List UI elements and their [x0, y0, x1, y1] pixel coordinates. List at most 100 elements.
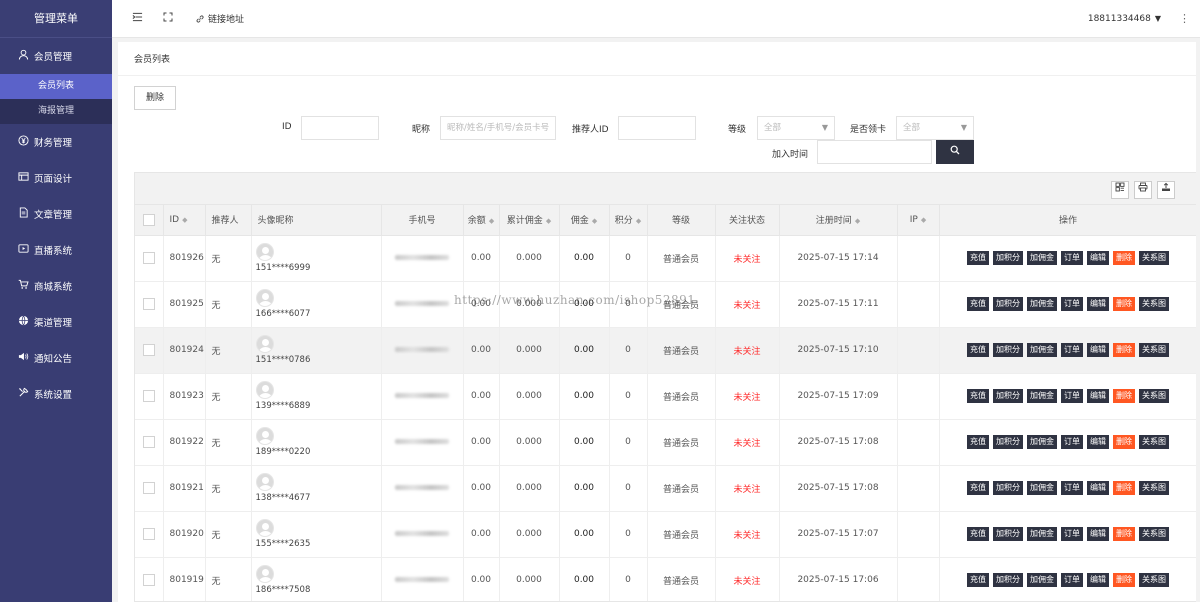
filter-level-select[interactable]: 全部 ▼	[757, 116, 835, 140]
print-icon[interactable]	[1134, 181, 1152, 199]
delete-button[interactable]: 删除	[1113, 343, 1135, 357]
sort-icon[interactable]: ◆	[636, 217, 641, 225]
add-points-button[interactable]: 加积分	[993, 343, 1023, 357]
table-row[interactable]: 801920 无 155****2635 0.00 0.000 0.00 0 普…	[135, 511, 1196, 558]
recharge-button[interactable]: 充值	[967, 251, 989, 265]
recharge-button[interactable]: 充值	[967, 389, 989, 403]
row-checkbox[interactable]	[142, 436, 155, 448]
table-row[interactable]: 801921 无 138****4677 0.00 0.000 0.00 0 普…	[135, 465, 1196, 512]
table-row[interactable]: 801923 无 139****6889 0.00 0.000 0.00 0 普…	[135, 373, 1196, 420]
sort-icon[interactable]: ◆	[546, 217, 551, 225]
delete-button[interactable]: 删除	[1113, 435, 1135, 449]
add-points-button[interactable]: 加积分	[993, 435, 1023, 449]
orders-button[interactable]: 订单	[1061, 297, 1083, 311]
delete-button[interactable]: 删除	[1113, 527, 1135, 541]
row-checkbox[interactable]	[142, 574, 155, 586]
header-commission[interactable]: 佣金 ◆	[559, 205, 610, 236]
row-checkbox[interactable]	[142, 528, 155, 540]
add-points-button[interactable]: 加积分	[993, 527, 1023, 541]
sort-icon[interactable]: ◆	[489, 217, 494, 225]
search-button[interactable]	[936, 140, 974, 164]
orders-button[interactable]: 订单	[1061, 343, 1083, 357]
add-commission-button[interactable]: 加佣金	[1027, 343, 1057, 357]
table-row[interactable]: 801924 无 151****0786 0.00 0.000 0.00 0 普…	[135, 327, 1196, 374]
columns-filter-icon[interactable]	[1111, 181, 1129, 199]
fullscreen-icon[interactable]	[163, 12, 173, 25]
add-points-button[interactable]: 加积分	[993, 481, 1023, 495]
add-points-button[interactable]: 加积分	[993, 297, 1023, 311]
delete-button[interactable]: 删除	[1113, 481, 1135, 495]
sort-icon[interactable]: ◆	[855, 217, 860, 225]
edit-button[interactable]: 编辑	[1087, 343, 1109, 357]
add-points-button[interactable]: 加积分	[993, 573, 1023, 587]
recharge-button[interactable]: 充值	[967, 527, 989, 541]
batch-delete-button[interactable]: 删除	[134, 86, 176, 110]
orders-button[interactable]: 订单	[1061, 481, 1083, 495]
sidebar-item-mall[interactable]: 商城系统	[0, 268, 112, 304]
filter-nickname-input[interactable]: 昵称/姓名/手机号/会员卡号	[440, 116, 556, 140]
sort-icon[interactable]: ◆	[182, 216, 187, 224]
delete-button[interactable]: 删除	[1113, 573, 1135, 587]
header-ip[interactable]: IP ◆	[897, 205, 940, 236]
header-points[interactable]: 积分 ◆	[609, 205, 648, 236]
add-commission-button[interactable]: 加佣金	[1027, 297, 1057, 311]
sort-icon[interactable]: ◆	[592, 217, 597, 225]
edit-button[interactable]: 编辑	[1087, 573, 1109, 587]
header-reg-time[interactable]: 注册时间 ◆	[779, 205, 898, 236]
row-checkbox[interactable]	[142, 482, 155, 494]
relation-graph-button[interactable]: 关系图	[1139, 297, 1169, 311]
orders-button[interactable]: 订单	[1061, 573, 1083, 587]
edit-button[interactable]: 编辑	[1087, 435, 1109, 449]
relation-graph-button[interactable]: 关系图	[1139, 389, 1169, 403]
row-checkbox[interactable]	[142, 252, 155, 264]
edit-button[interactable]: 编辑	[1087, 481, 1109, 495]
recharge-button[interactable]: 充值	[967, 573, 989, 587]
relation-graph-button[interactable]: 关系图	[1139, 343, 1169, 357]
table-row[interactable]: 801922 无 189****0220 0.00 0.000 0.00 0 普…	[135, 419, 1196, 466]
add-commission-button[interactable]: 加佣金	[1027, 573, 1057, 587]
recharge-button[interactable]: 充值	[967, 297, 989, 311]
row-checkbox[interactable]	[142, 390, 155, 402]
delete-button[interactable]: 删除	[1113, 389, 1135, 403]
edit-button[interactable]: 编辑	[1087, 251, 1109, 265]
select-all-checkbox[interactable]	[142, 213, 155, 226]
row-checkbox[interactable]	[142, 298, 155, 310]
table-row[interactable]: 801926 无 151****6999 0.00 0.000 0.00 0 普…	[135, 235, 1196, 282]
filter-referrer-input[interactable]	[618, 116, 696, 140]
sidebar-item-articles[interactable]: 文章管理	[0, 196, 112, 232]
sidebar-item-member[interactable]: 会员管理	[0, 38, 112, 74]
orders-button[interactable]: 订单	[1061, 435, 1083, 449]
add-commission-button[interactable]: 加佣金	[1027, 435, 1057, 449]
link-address[interactable]: 链接地址	[195, 12, 244, 25]
orders-button[interactable]: 订单	[1061, 251, 1083, 265]
add-points-button[interactable]: 加积分	[993, 251, 1023, 265]
add-commission-button[interactable]: 加佣金	[1027, 389, 1057, 403]
sidebar-item-finance[interactable]: 财务管理	[0, 124, 112, 160]
add-commission-button[interactable]: 加佣金	[1027, 527, 1057, 541]
relation-graph-button[interactable]: 关系图	[1139, 481, 1169, 495]
filter-card-select[interactable]: 全部 ▼	[896, 116, 974, 140]
export-icon[interactable]	[1157, 181, 1175, 199]
add-points-button[interactable]: 加积分	[993, 389, 1023, 403]
recharge-button[interactable]: 充值	[967, 343, 989, 357]
header-balance[interactable]: 余额 ◆	[463, 205, 500, 236]
relation-graph-button[interactable]: 关系图	[1139, 527, 1169, 541]
relation-graph-button[interactable]: 关系图	[1139, 435, 1169, 449]
sidebar-subitem-poster[interactable]: 海报管理	[0, 99, 112, 124]
table-row[interactable]: 801919 无 186****7508 0.00 0.000 0.00 0 普…	[135, 557, 1196, 601]
delete-button[interactable]: 删除	[1113, 297, 1135, 311]
row-checkbox[interactable]	[142, 344, 155, 356]
filter-id-input[interactable]	[301, 116, 379, 140]
user-menu[interactable]: 18811334468 ▼ ⋮	[1088, 12, 1200, 25]
orders-button[interactable]: 订单	[1061, 527, 1083, 541]
sidebar-item-page-design[interactable]: 页面设计	[0, 160, 112, 196]
sidebar-item-settings[interactable]: 系统设置	[0, 376, 112, 412]
header-id[interactable]: ID ◆	[163, 205, 206, 236]
relation-graph-button[interactable]: 关系图	[1139, 251, 1169, 265]
add-commission-button[interactable]: 加佣金	[1027, 251, 1057, 265]
sidebar-subitem-member-list[interactable]: 会员列表	[0, 74, 112, 99]
edit-button[interactable]: 编辑	[1087, 389, 1109, 403]
edit-button[interactable]: 编辑	[1087, 297, 1109, 311]
recharge-button[interactable]: 充值	[967, 435, 989, 449]
filter-join-time-input[interactable]	[817, 140, 932, 164]
